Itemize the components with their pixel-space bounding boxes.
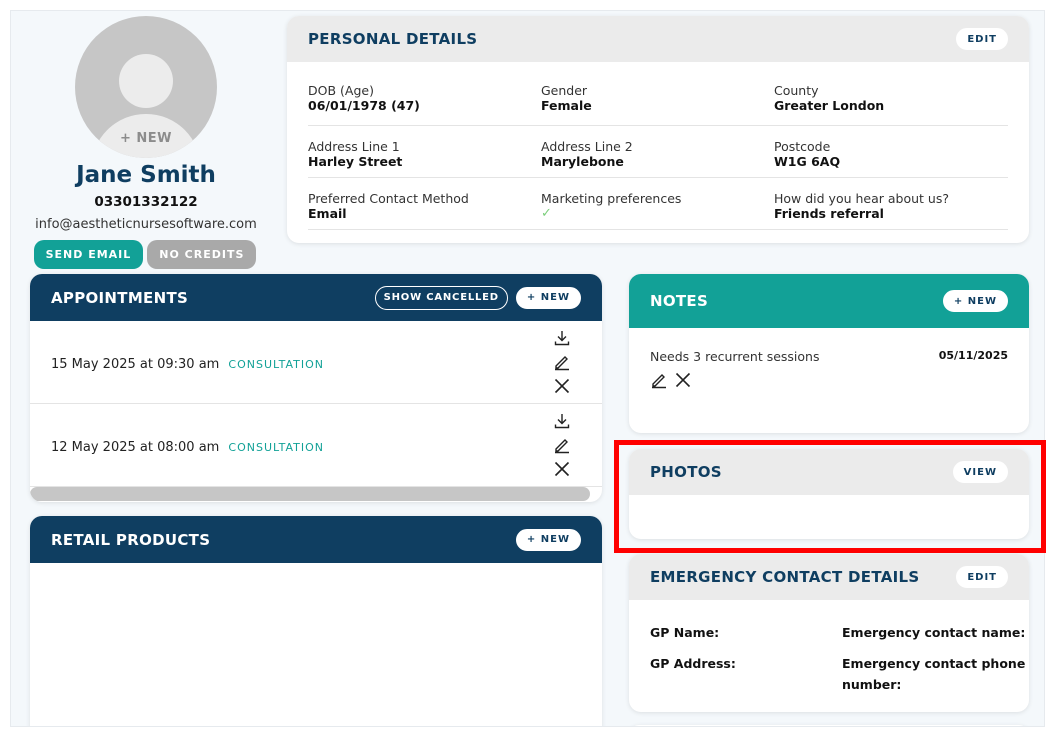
retail-products-header: RETAIL PRODUCTS + NEW [30,516,602,563]
new-retail-product-button[interactable]: + NEW [515,528,581,551]
photos-title: PHOTOS [650,463,722,481]
appointment-row[interactable]: 15 May 2025 at 09:30 am CONSULTATION [30,321,602,404]
notes-header: NOTES + NEW [629,274,1029,328]
appointment-row[interactable]: 12 May 2025 at 08:00 am CONSULTATION [30,404,602,487]
gp-address-label: GP Address: [650,656,736,671]
photos-header: PHOTOS VIEW [629,449,1029,495]
no-credits-button[interactable]: NO CREDITS [147,240,257,269]
details-row: DOB (Age) 06/01/1978 (47) Gender Female … [308,70,1008,126]
postcode-field: Postcode W1G 6AQ [774,139,841,169]
notes-card: NOTES + NEW Needs 3 recurrent sessions 0… [629,274,1029,433]
show-cancelled-button[interactable]: SHOW CANCELLED [374,285,508,310]
edit-pencil-icon[interactable] [649,370,669,390]
emergency-contact-title: EMERGENCY CONTACT DETAILS [650,568,920,586]
notes-title: NOTES [650,292,709,310]
client-phone: 03301332122 [94,194,198,210]
note-item: Needs 3 recurrent sessions 05/11/2025 [629,328,1029,364]
next-card-edge [629,725,1029,726]
emergency-contact-name-label: Emergency contact name: [842,625,1026,640]
new-note-button[interactable]: + NEW [942,290,1008,312]
edit-personal-details-button[interactable]: EDIT [956,28,1008,50]
personal-details-grid: DOB (Age) 06/01/1978 (47) Gender Female … [287,62,1029,230]
gp-name-label: GP Name: [650,625,720,640]
note-text: Needs 3 recurrent sessions [650,349,820,364]
personal-details-title: PERSONAL DETAILS [308,30,478,48]
appointments-card: APPOINTMENTS SHOW CANCELLED + NEW 15 May… [30,274,602,502]
photos-card: PHOTOS VIEW [629,449,1029,539]
edit-emergency-contact-button[interactable]: EDIT [956,566,1008,588]
emergency-contact-grid: GP Name: Emergency contact name: GP Addr… [629,600,1029,695]
contact-method-field: Preferred Contact Method Email [308,191,469,221]
edit-pencil-icon[interactable] [552,435,572,455]
personal-details-header: PERSONAL DETAILS EDIT [287,16,1029,62]
emergency-contact-header: EMERGENCY CONTACT DETAILS EDIT [629,554,1029,600]
appointments-title: APPOINTMENTS [51,288,189,307]
download-icon[interactable] [552,411,572,431]
edit-pencil-icon[interactable] [552,352,572,372]
appointment-type[interactable]: CONSULTATION [228,441,324,454]
appointments-header: APPOINTMENTS SHOW CANCELLED + NEW [30,274,602,321]
appointment-datetime: 15 May 2025 at 09:30 am [51,356,220,372]
details-row: Preferred Contact Method Email Marketing… [308,178,1008,230]
avatar-new-label[interactable]: + NEW [75,131,217,146]
details-row: Address Line 1 Harley Street Address Lin… [308,126,1008,178]
dob-field: DOB (Age) 06/01/1978 (47) [308,83,420,113]
client-profile-page: + NEW Jane Smith 03301332122 info@aesthe… [10,10,1045,727]
retail-products-card: RETAIL PRODUCTS + NEW [30,516,602,726]
close-x-icon[interactable] [673,370,693,390]
personal-details-card: PERSONAL DETAILS EDIT DOB (Age) 06/01/19… [287,16,1029,243]
new-appointment-button[interactable]: + NEW [515,286,581,309]
retail-products-title: RETAIL PRODUCTS [51,530,211,549]
emergency-contact-card: EMERGENCY CONTACT DETAILS EDIT GP Name: … [629,554,1029,712]
view-photos-button[interactable]: VIEW [952,461,1008,483]
note-date: 05/11/2025 [938,349,1008,362]
client-profile-summary: + NEW Jane Smith 03301332122 info@aesthe… [31,16,261,269]
send-email-button[interactable]: SEND EMAIL [33,240,144,269]
emergency-contact-phone-label: Emergency contact phone number: [842,656,1026,692]
close-x-icon[interactable] [552,376,572,396]
client-email: info@aestheticnursesoftware.com [35,217,257,232]
check-icon: ✓ [541,206,552,221]
address-line-2-field: Address Line 2 Marylebone [541,139,633,169]
address-line-1-field: Address Line 1 Harley Street [308,139,403,169]
avatar-placeholder-icon [119,54,173,108]
client-avatar[interactable]: + NEW [75,16,217,158]
appointment-datetime: 12 May 2025 at 08:00 am [51,439,220,455]
horizontal-scrollbar[interactable] [30,487,590,501]
marketing-preferences-field: Marketing preferences ✓ [541,191,774,221]
county-field: County Greater London [774,83,885,113]
download-icon[interactable] [552,328,572,348]
client-name: Jane Smith [76,162,216,188]
close-x-icon[interactable] [552,459,572,479]
appointment-type[interactable]: CONSULTATION [228,358,324,371]
gender-field: Gender Female [541,83,592,113]
referral-source-field: How did you hear about us? Friends refer… [774,191,949,221]
profile-actions: SEND EMAIL NO CREDITS [31,240,261,269]
